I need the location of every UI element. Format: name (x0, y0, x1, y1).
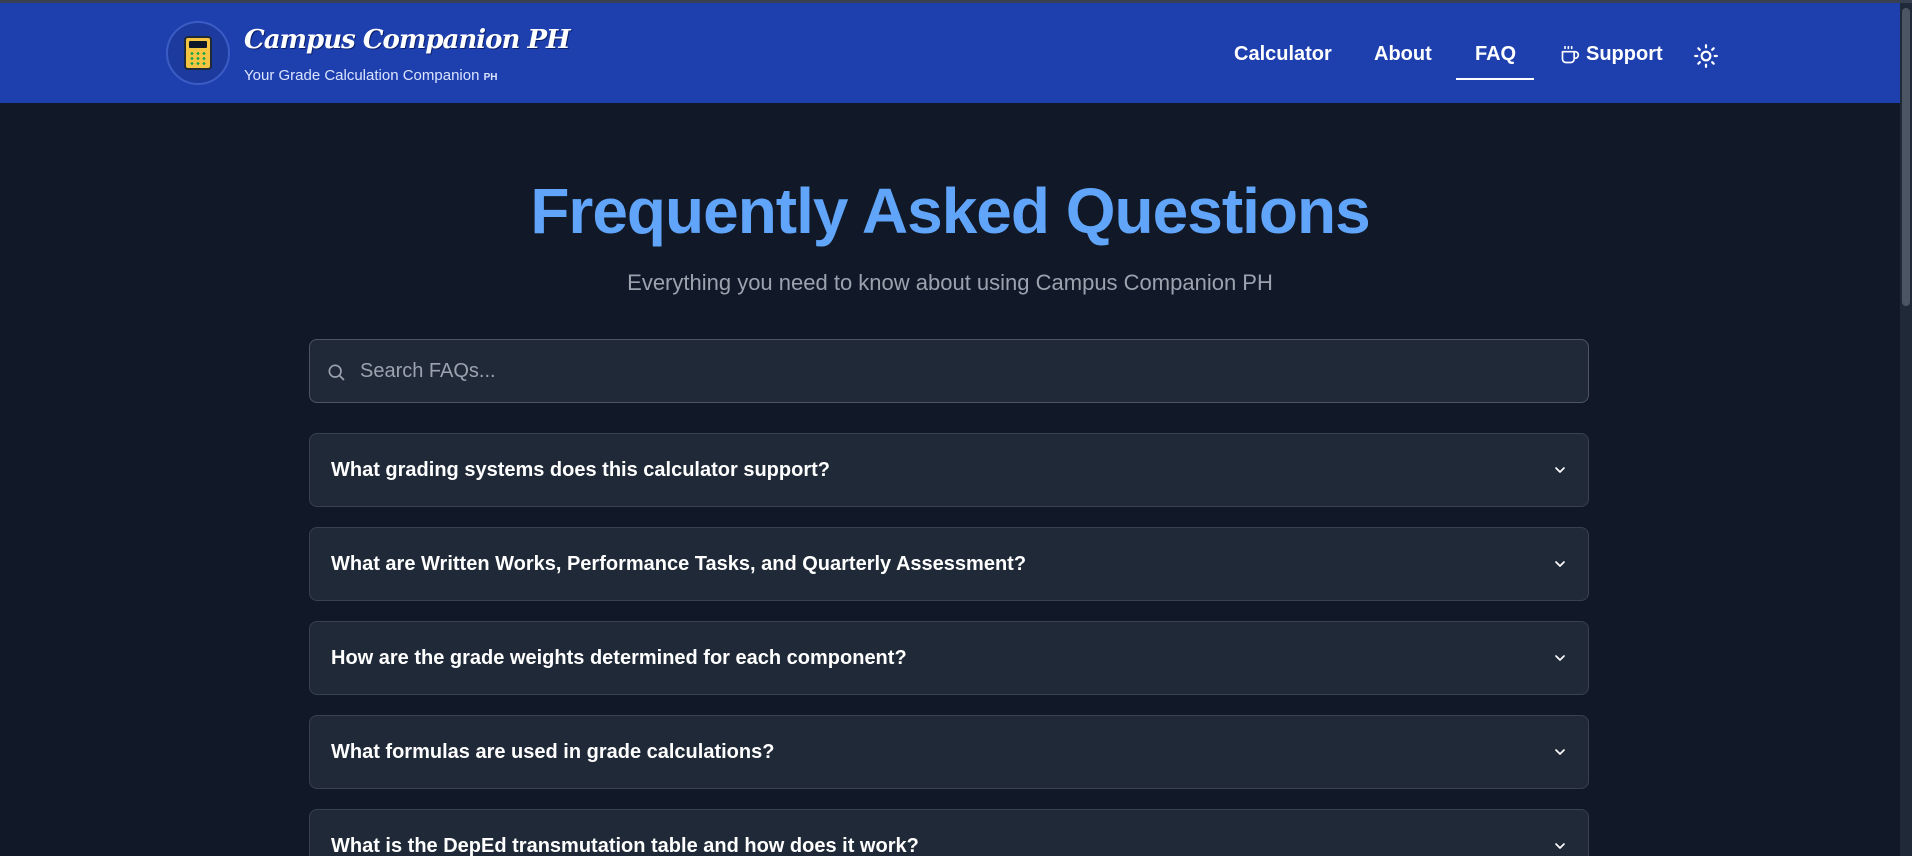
faq-item[interactable]: How are the grade weights determined for… (309, 621, 1589, 695)
top-navbar: Campus Companion PH Your Grade Calculati… (0, 3, 1900, 103)
faq-question: What formulas are used in grade calculat… (331, 741, 775, 763)
faq-question: What grading systems does this calculato… (331, 459, 830, 481)
faq-item[interactable]: What formulas are used in grade calculat… (309, 715, 1589, 789)
calculator-icon (184, 36, 212, 70)
faq-item[interactable]: What is the DepEd transmutation table an… (309, 809, 1589, 856)
nav-support[interactable]: Support (1560, 43, 1663, 66)
nav-support-label: Support (1586, 43, 1663, 65)
logo[interactable] (166, 21, 230, 85)
brand-title[interactable]: Campus Companion PH (244, 25, 571, 55)
active-nav-indicator (1456, 78, 1534, 80)
faq-question: How are the grade weights determined for… (331, 647, 907, 669)
chevron-down-icon (1555, 561, 1565, 567)
nav-about[interactable]: About (1374, 43, 1432, 66)
search-icon (328, 364, 345, 381)
chevron-down-icon (1555, 655, 1565, 661)
chevron-down-icon (1555, 749, 1565, 755)
chevron-down-icon (1555, 467, 1565, 473)
nav-faq[interactable]: FAQ (1475, 43, 1516, 66)
search-box (309, 339, 1589, 403)
coffee-cup-icon (1561, 45, 1580, 63)
sun-icon[interactable] (1693, 43, 1719, 69)
search-input[interactable] (360, 340, 1570, 402)
nav-calculator[interactable]: Calculator (1234, 43, 1332, 66)
page-subtitle: Everything you need to know about using … (627, 270, 1273, 295)
page-title: Frequently Asked Questions (530, 175, 1370, 247)
faq-question: What is the DepEd transmutation table an… (331, 835, 919, 856)
faq-question: What are Written Works, Performance Task… (331, 553, 1027, 575)
faq-item[interactable]: What are Written Works, Performance Task… (309, 527, 1589, 601)
brand-subtitle-text: Your Grade Calculation Companion (244, 67, 480, 84)
brand-subtitle-suffix: PH (483, 72, 498, 83)
scrollbar-thumb[interactable] (1902, 8, 1910, 306)
faq-item[interactable]: What grading systems does this calculato… (309, 433, 1589, 507)
brand-subtitle: Your Grade Calculation Companion PH (244, 67, 498, 84)
chevron-down-icon (1555, 843, 1565, 849)
